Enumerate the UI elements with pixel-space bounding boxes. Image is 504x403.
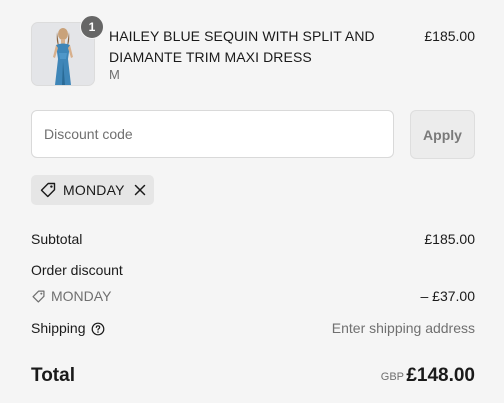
applied-discount-code: MONDAY [63, 182, 125, 198]
discount-amount: – £37.00 [420, 288, 476, 304]
currency-code: GBP [380, 371, 404, 383]
shipping-label: Shipping [31, 320, 86, 336]
product-name: HAILEY BLUE SEQUIN WITH SPLIT AND DIAMAN… [109, 28, 375, 65]
discount-line-row: MONDAY – £37.00 [31, 288, 475, 304]
order-discount-row: Order discount [31, 262, 475, 278]
total-label: Total [31, 365, 75, 386]
discount-code-input[interactable] [31, 110, 394, 158]
product-variant: M [109, 67, 120, 82]
total-amount: £148.00 [406, 365, 475, 386]
applied-discount-chip: MONDAY [31, 175, 154, 205]
subtotal-value: £185.00 [424, 231, 475, 247]
product-thumbnail: 1 [31, 15, 104, 86]
product-price: £185.00 [424, 28, 475, 44]
apply-discount-button[interactable]: Apply [410, 110, 475, 159]
discount-line-code: MONDAY [51, 288, 112, 304]
shipping-value: Enter shipping address [331, 320, 475, 336]
cart-line-item: 1 HAILEY BLUE SEQUIN WITH SPLIT AND DIAM… [31, 15, 475, 86]
tag-icon [31, 289, 46, 304]
subtotal-row: Subtotal £185.00 [31, 231, 475, 247]
question-circle-icon[interactable] [91, 322, 105, 336]
order-discount-label: Order discount [31, 262, 123, 278]
shipping-row: Shipping Enter shipping address [31, 320, 475, 336]
quantity-badge: 1 [80, 15, 104, 39]
subtotal-label: Subtotal [31, 231, 83, 247]
close-icon[interactable] [133, 183, 147, 197]
tag-icon [39, 181, 57, 199]
